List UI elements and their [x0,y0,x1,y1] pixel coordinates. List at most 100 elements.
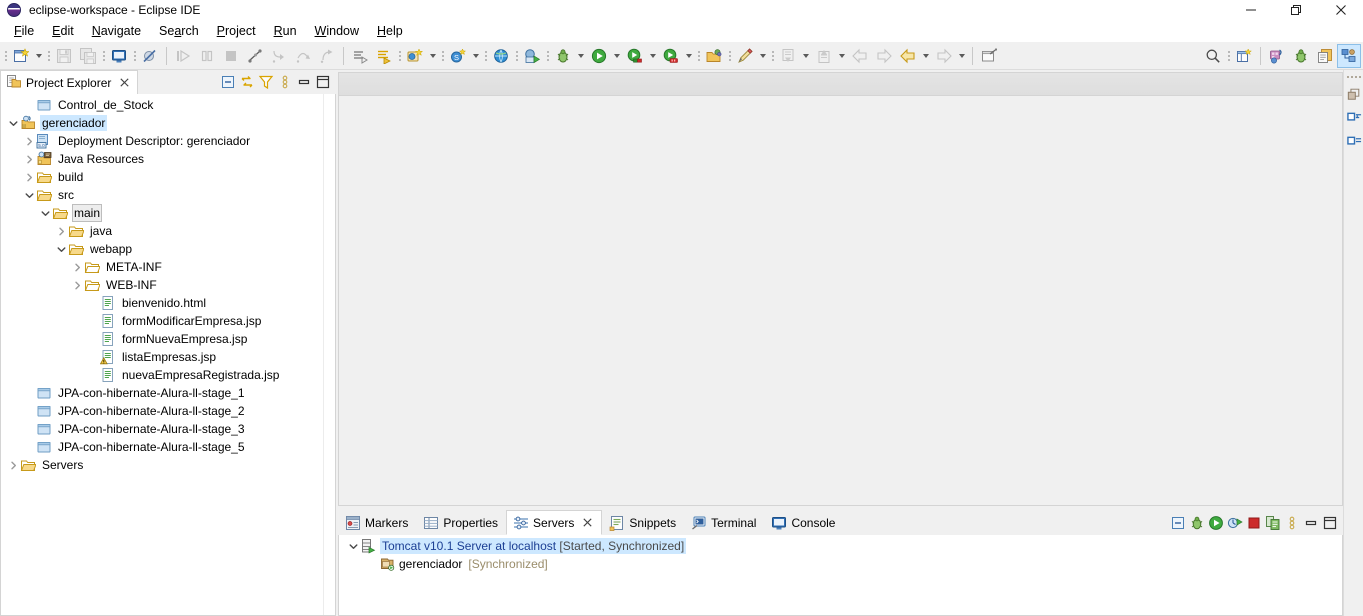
tree-item-webapp[interactable]: webapp [1,240,335,258]
save-button[interactable] [52,44,76,68]
tree-item-jpa-con-hibernate-alura-ll-stage-2[interactable]: JPA-con-hibernate-Alura-ll-stage_2 [1,402,335,420]
tree-item-java-resources[interactable]: Java Resources [1,150,335,168]
back-dropdown-arrow[interactable] [920,44,932,68]
tab-properties[interactable]: Properties [416,510,506,535]
chevron-right-icon[interactable] [23,132,36,150]
chevron-down-icon[interactable] [347,537,360,555]
chevron-right-icon[interactable] [71,258,84,276]
terminate-stop-icon[interactable] [1244,512,1263,534]
menu-project[interactable]: Project [208,22,265,40]
pin-editor-button[interactable] [977,44,1001,68]
editor-empty-surface[interactable] [339,97,1342,505]
tab-snippets[interactable]: Snippets [602,510,684,535]
perspective-java-button[interactable] [1313,44,1337,68]
open-task-button[interactable] [372,44,396,68]
next-annotation-dropdown-arrow[interactable] [836,44,848,68]
new-perspective-button[interactable] [1232,44,1256,68]
back-arrow-small-button[interactable] [848,44,872,68]
quick-access-search-button[interactable] [1201,44,1225,68]
task-list-icon[interactable] [1344,131,1363,153]
minimize-icon[interactable] [1301,512,1320,534]
debug-dropdown-arrow[interactable] [575,44,587,68]
close-icon[interactable] [117,76,131,90]
maximize-icon[interactable] [1320,512,1339,534]
maximize-icon[interactable] [313,71,332,93]
tab-markers[interactable]: Markers [338,510,416,535]
tree-item-main[interactable]: main [1,204,335,222]
close-window-button[interactable] [1318,0,1363,20]
outline-view-icon[interactable] [1344,107,1363,129]
new-class-dropdown-arrow[interactable] [470,44,482,68]
external-tools-button[interactable] [659,44,683,68]
server-row[interactable]: Tomcat v10.1 Server at localhost [Starte… [339,537,1342,555]
restore-window-button[interactable] [1273,0,1318,20]
tree-item-jpa-con-hibernate-alura-ll-stage-1[interactable]: JPA-con-hibernate-Alura-ll-stage_1 [1,384,335,402]
debug-button[interactable] [551,44,575,68]
tree-item-deployment-descriptor-gerenciador[interactable]: 5.0 Deployment Descriptor: gerenciador [1,132,335,150]
run-dropdown-arrow[interactable] [611,44,623,68]
suspend-button[interactable] [195,44,219,68]
tree-item-gerenciador[interactable]: gerenciador [1,114,335,132]
run-play-icon[interactable] [1206,512,1225,534]
new-java-project-dropdown-arrow[interactable] [427,44,439,68]
project-tree-scrollbar[interactable] [323,94,335,615]
menu-search[interactable]: Search [150,22,208,40]
chevron-right-icon[interactable] [71,276,84,294]
tab-servers[interactable]: Servers [506,510,603,535]
perspective-java-ee-button[interactable] [1265,44,1289,68]
debug-bug-icon[interactable] [1187,512,1206,534]
chevron-down-icon[interactable] [7,114,20,132]
view-menu-icon[interactable] [275,71,294,93]
tab-console[interactable]: Console [764,510,843,535]
disconnect-button[interactable] [243,44,267,68]
perspective-debug-button[interactable] [1289,44,1313,68]
tree-item-nuevaempresaregistrada-jsp[interactable]: nuevaEmpresaRegistrada.jsp [1,366,335,384]
chevron-right-icon[interactable] [55,222,68,240]
next-annotation-button[interactable] [812,44,836,68]
skip-breakpoints-button[interactable] [138,44,162,68]
previous-annotation-dropdown-arrow[interactable] [800,44,812,68]
new-java-project-button[interactable] [403,44,427,68]
step-into-button[interactable] [267,44,291,68]
tree-item-formnuevaempresa-jsp[interactable]: formNuevaEmpresa.jsp [1,330,335,348]
tree-item-control-de-stock[interactable]: Control_de_Stock [1,96,335,114]
menu-edit[interactable]: Edit [43,22,83,40]
tree-item-meta-inf[interactable]: META-INF [1,258,335,276]
previous-annotation-button[interactable] [776,44,800,68]
open-type-button[interactable] [348,44,372,68]
run-on-server-button[interactable] [520,44,544,68]
tree-item-src[interactable]: src [1,186,335,204]
chevron-down-icon[interactable] [23,186,36,204]
step-return-button[interactable] [315,44,339,68]
tree-item-java[interactable]: java [1,222,335,240]
close-icon[interactable] [580,516,594,530]
link-editor-icon[interactable] [237,71,256,93]
open-perspective-button[interactable] [702,44,726,68]
annotation-dropdown-arrow[interactable] [757,44,769,68]
menu-help[interactable]: Help [368,22,412,40]
servers-view-content[interactable]: Tomcat v10.1 Server at localhost [Starte… [338,535,1343,616]
chevron-right-icon[interactable] [23,150,36,168]
collapse-all-icon[interactable] [1168,512,1187,534]
minimize-icon[interactable] [294,71,313,93]
server-module-row[interactable]: gerenciador [Synchronized] [339,555,1342,573]
external-tools-dropdown-arrow[interactable] [683,44,695,68]
new-class-button[interactable]: S [446,44,470,68]
rail-drag-handle[interactable] [1346,73,1362,81]
coverage-button[interactable] [623,44,647,68]
tree-item-bienvenido-html[interactable]: bienvenido.html [1,294,335,312]
menu-window[interactable]: Window [306,22,368,40]
web-browser-button[interactable] [489,44,513,68]
tree-item-web-inf[interactable]: WEB-INF [1,276,335,294]
tree-item-build[interactable]: build [1,168,335,186]
run-button[interactable] [587,44,611,68]
collapse-all-icon[interactable] [218,71,237,93]
tree-item-jpa-con-hibernate-alura-ll-stage-5[interactable]: JPA-con-hibernate-Alura-ll-stage_5 [1,438,335,456]
back-button[interactable] [896,44,920,68]
chevron-right-icon[interactable] [7,456,20,474]
forward-arrow-small-button[interactable] [872,44,896,68]
resume-button[interactable] [171,44,195,68]
restore-icon[interactable] [1344,83,1363,105]
menu-run[interactable]: Run [265,22,306,40]
annotation-button[interactable] [733,44,757,68]
